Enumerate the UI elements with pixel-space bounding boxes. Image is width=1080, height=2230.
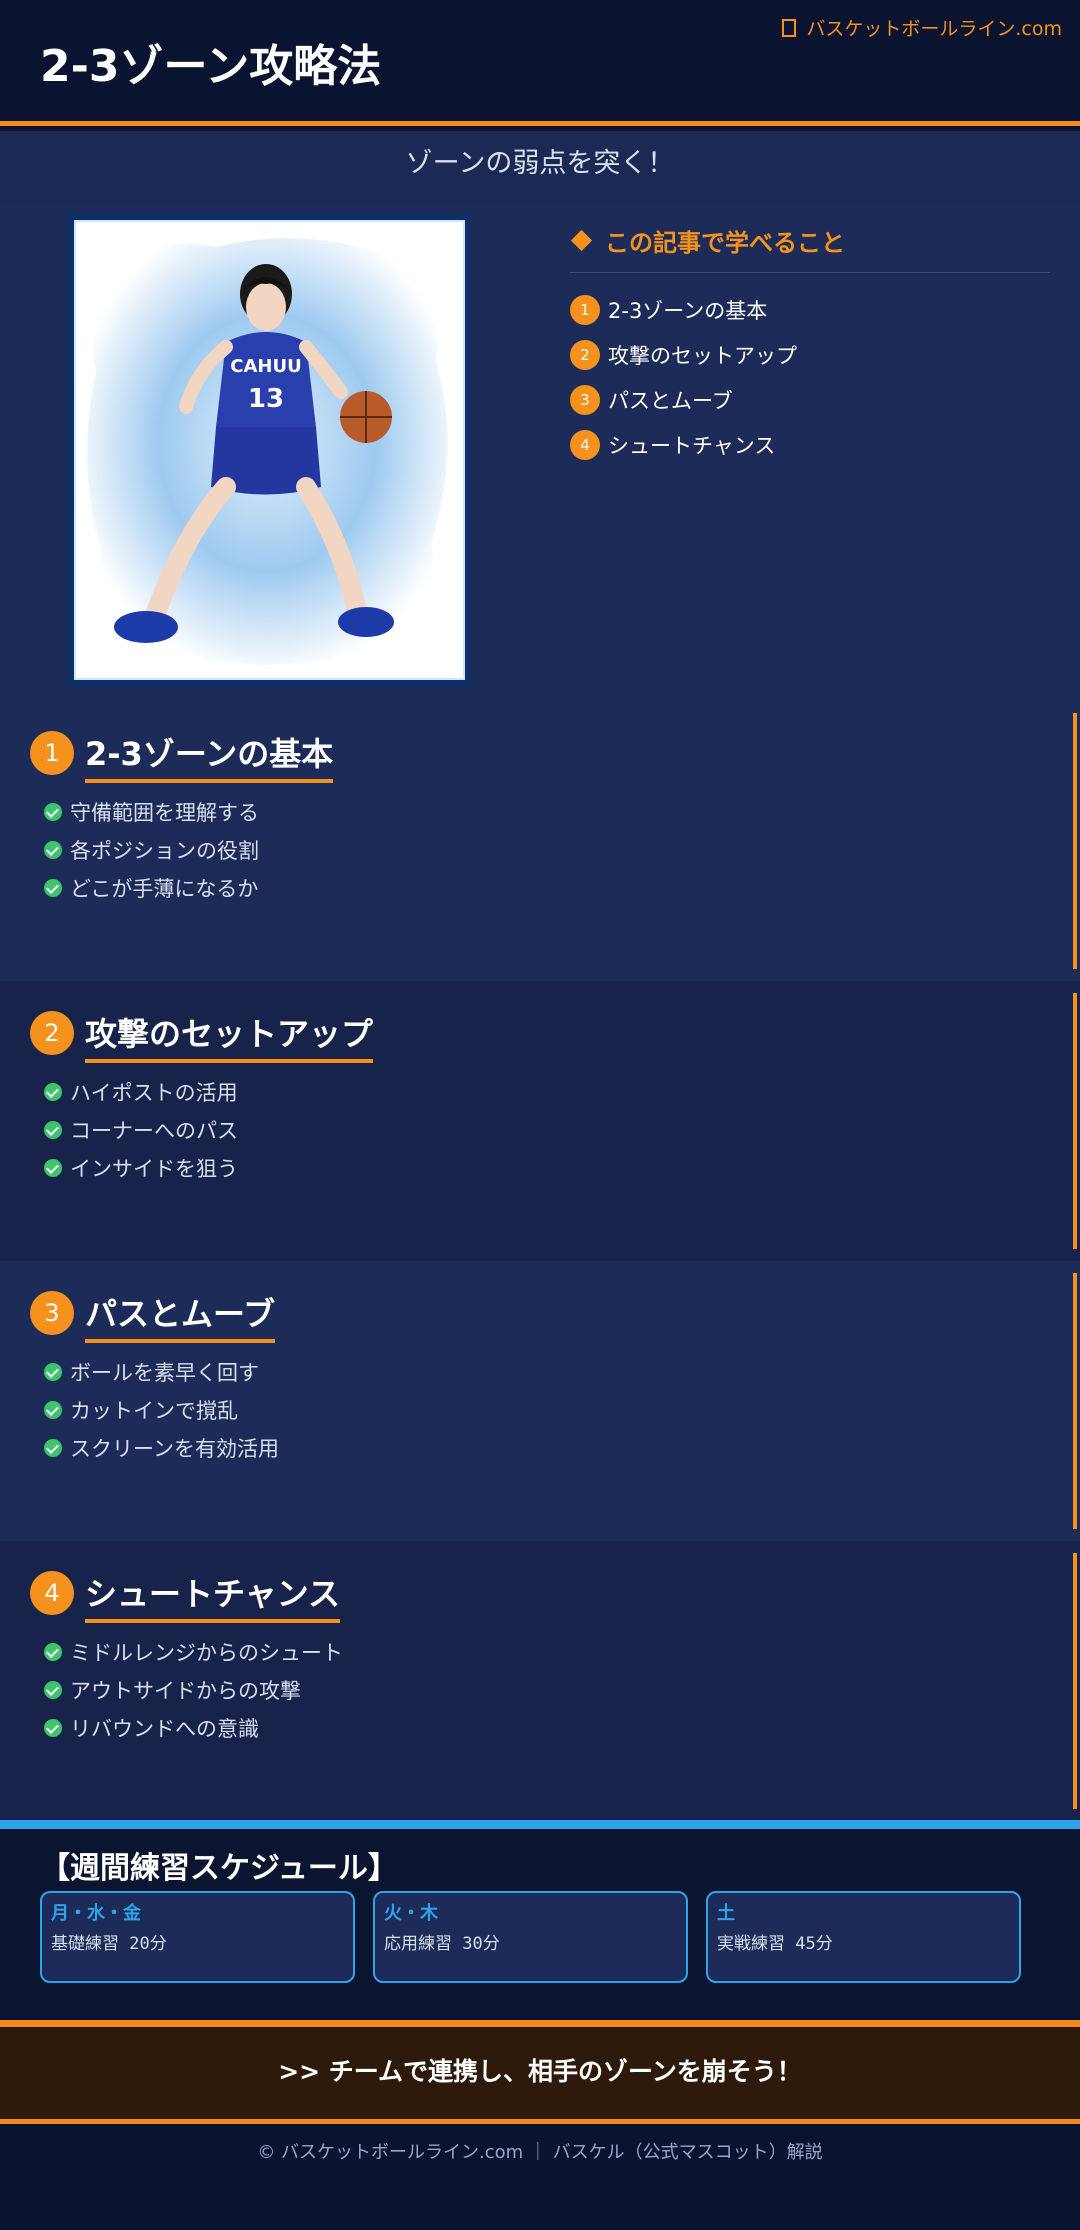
schedule-card[interactable]: 土 実戦練習 45分 [706,1891,1021,1983]
check-icon [44,879,62,897]
point-text: ハイポストの活用 [70,1081,238,1105]
list-item: アウトサイドからの攻撃 [44,1671,343,1709]
section-title: 攻撃のセットアップ [85,1009,374,1063]
section-basics: 1 2-3ゾーンの基本 守備範囲を理解する 各ポジションの役割 どこが手薄になる… [0,701,1080,981]
learn-box: この記事で学べること 1 2-3ゾーンの基本 2 攻撃のセットアップ 3 パスとムーブ… [570,223,1050,467]
learn-item[interactable]: 4 シュートチャンス [570,422,1050,467]
learn-list: 1 2-3ゾーンの基本 2 攻撃のセットアップ 3 パスとムーブ 4 シュートチャンス [570,287,1050,467]
check-icon [44,1643,62,1661]
schedule-day: 月・水・金 [51,1903,141,1924]
list-item: インサイドを狙う [44,1149,238,1187]
page-title: 2-3ゾーン攻略法 [40,41,382,92]
list-item: 守備範囲を理解する [44,793,259,831]
list-item: ハイポストの活用 [44,1073,238,1111]
hero-section: CAHUU 13 この記事で学べること 1 2-3ゾーンの基本 2 攻撃のセット… [0,201,1080,701]
section-title: パスとムーブ [85,1289,276,1343]
check-icon [44,1363,62,1381]
section-setup: 2 攻撃のセットアップ ハイポストの活用 コーナーへのパス インサイドを狙う [0,981,1080,1261]
section-points: ハイポストの活用 コーナーへのパス インサイドを狙う [44,1073,238,1187]
check-icon [44,1401,62,1419]
section-points: ミドルレンジからのシュート アウトサイドからの攻撃 リバウンドへの意識 [44,1633,343,1747]
learn-heading: この記事で学べること [570,223,1050,273]
page-footer: © バスケットボールライン.com ｜ バスケル（公式マスコット）解説 [0,2124,1080,2230]
schedule-day: 土 [717,1903,735,1924]
learn-item-label: シュートチャンス [608,433,776,458]
list-item: コーナーへのパス [44,1111,238,1149]
number-badge-icon: 1 [570,294,600,325]
section-accent-bar [1073,713,1077,969]
point-text: ボールを素早く回す [70,1361,259,1385]
number-badge-icon: 1 [30,731,74,775]
learn-heading-text: この記事で学べること [605,229,845,257]
learn-item-label: パスとムーブ [608,388,733,413]
check-icon [44,1159,62,1177]
schedule-card[interactable]: 月・水・金 基礎練習 20分 [40,1891,355,1983]
jersey-text: CAHUU [230,356,301,377]
schedule-detail: 応用練習 30分 [384,1934,500,1954]
section-shot-chance: 4 シュートチャンス ミドルレンジからのシュート アウトサイドからの攻撃 リバウ… [0,1541,1080,1821]
schedule-day: 火・木 [384,1903,438,1924]
check-icon [44,1719,62,1737]
schedule-title: 【週間練習スケジュール】 [40,1851,398,1886]
point-text: コーナーへのパス [70,1119,238,1143]
point-text: スクリーンを有効活用 [70,1437,279,1461]
point-text: カットインで撹乱 [70,1399,238,1423]
list-item: スクリーンを有効活用 [44,1429,279,1467]
list-item: どこが手薄になるか [44,869,259,907]
learn-item[interactable]: 2 攻撃のセットアップ [570,332,1050,377]
section-points: 守備範囲を理解する 各ポジションの役割 どこが手薄になるか [44,793,259,907]
list-item: ミドルレンジからのシュート [44,1633,343,1671]
section-title: 2-3ゾーンの基本 [85,729,334,783]
point-text: インサイドを狙う [70,1157,238,1181]
check-icon [44,841,62,859]
schedule-card[interactable]: 火・木 応用練習 30分 [373,1891,688,1983]
diamond-icon [570,229,593,252]
list-item: 各ポジションの役割 [44,831,259,869]
list-item: ボールを素早く回す [44,1353,279,1391]
point-text: 守備範囲を理解する [70,801,259,825]
check-icon [44,803,62,821]
number-badge-icon: 3 [30,1291,74,1335]
weekly-schedule: 【週間練習スケジュール】 月・水・金 基礎練習 20分 火・木 応用練習 30分… [0,1820,1080,2020]
section-pass-move: 3 パスとムーブ ボールを素早く回す カットインで撹乱 スクリーンを有効活用 [0,1261,1080,1541]
page-header: 2-3ゾーン攻略法 バスケットボールライン.com [0,0,1080,126]
player-photo-frame: CAHUU 13 [68,214,471,686]
check-icon [44,1083,62,1101]
section-title: シュートチャンス [85,1569,341,1623]
section-points: ボールを素早く回す カットインで撹乱 スクリーンを有効活用 [44,1353,279,1467]
schedule-detail: 基礎練習 20分 [51,1934,167,1954]
section-accent-bar [1073,993,1077,1249]
point-text: ミドルレンジからのシュート [70,1641,343,1665]
list-item: リバウンドへの意識 [44,1709,343,1747]
number-badge-icon: 2 [30,1011,74,1055]
section-accent-bar [1073,1273,1077,1529]
number-badge-icon: 4 [30,1571,74,1615]
point-text: 各ポジションの役割 [70,839,259,863]
subtitle-banner: ゾーンの弱点を突く！ [0,131,1080,201]
learn-item-label: 2-3ゾーンの基本 [608,298,768,323]
site-name: バスケットボールライン.com [806,18,1062,40]
learn-item[interactable]: 1 2-3ゾーンの基本 [570,287,1050,332]
number-badge-icon: 4 [570,429,600,460]
point-text: アウトサイドからの攻撃 [70,1679,301,1703]
learn-item-label: 攻撃のセットアップ [608,343,797,368]
jersey-number: 13 [248,384,284,414]
site-icon [782,18,797,37]
check-icon [44,1121,62,1139]
list-item: カットインで撹乱 [44,1391,279,1429]
point-text: リバウンドへの意識 [70,1717,259,1741]
point-text: どこが手薄になるか [70,877,259,901]
number-badge-icon: 2 [570,339,600,370]
schedule-detail: 実戦練習 45分 [717,1934,833,1954]
check-icon [44,1681,62,1699]
check-icon [44,1439,62,1457]
number-badge-icon: 3 [570,384,600,415]
site-link[interactable]: バスケットボールライン.com [782,14,1062,41]
section-accent-bar [1073,1553,1077,1809]
player-photo: CAHUU 13 [74,220,465,680]
learn-item[interactable]: 3 パスとムーブ [570,377,1050,422]
call-to-action-banner: >> チームで連携し、相手のゾーンを崩そう！ [0,2020,1080,2124]
